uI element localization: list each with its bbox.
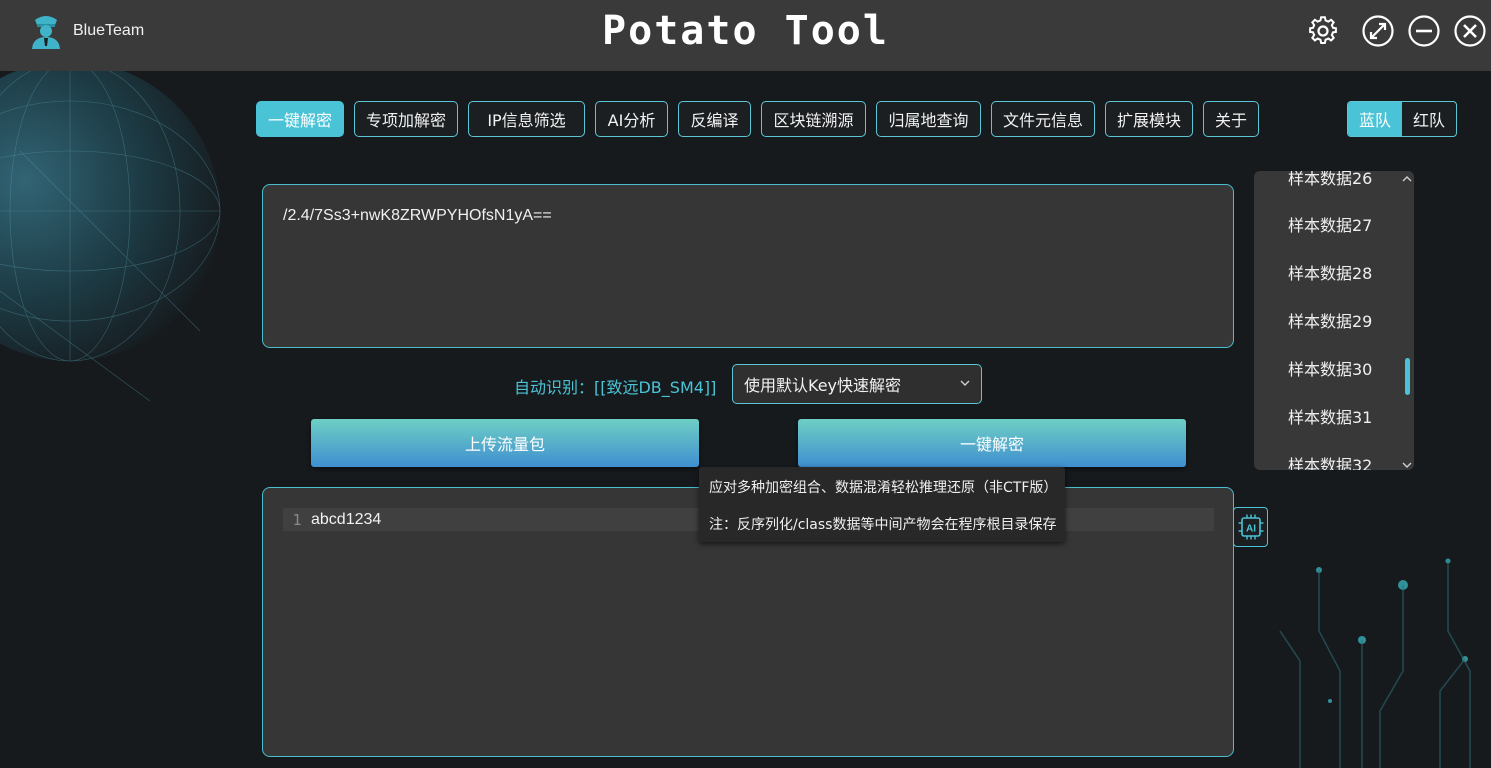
maximize-icon (1362, 15, 1394, 47)
close-icon (1454, 15, 1486, 47)
close-button[interactable] (1454, 15, 1486, 47)
settings-button[interactable] (1307, 15, 1339, 47)
tab-about[interactable]: 关于 (1203, 101, 1259, 137)
tab-blockchain-trace[interactable]: 区块链溯源 (761, 101, 866, 137)
sample-item[interactable]: 样本数据28 (1288, 260, 1372, 284)
tooltip-line-2: 注：反序列化/class数据等中间产物会在程序根目录保存 (709, 517, 1057, 533)
red-team-option[interactable]: 红队 (1402, 102, 1456, 136)
tab-extension-modules[interactable]: 扩展模块 (1105, 101, 1193, 137)
blue-team-option[interactable]: 蓝队 (1348, 102, 1402, 136)
tab-decompile[interactable]: 反编译 (678, 101, 751, 137)
tab-location-lookup[interactable]: 归属地查询 (876, 101, 981, 137)
tooltip-line-1: 应对多种加密组合、数据混淆轻松推理还原（非CTF版） (709, 480, 1058, 496)
team-toggle: 蓝队 红队 (1347, 101, 1457, 137)
one-click-decrypt-button[interactable]: 一键解密 (798, 419, 1186, 467)
minimize-icon (1408, 15, 1440, 47)
title-bar: BlueTeam Potato Tool (0, 0, 1491, 71)
sample-item[interactable]: 样本数据29 (1288, 308, 1372, 332)
ai-chip-icon: AI (1238, 514, 1263, 540)
tab-one-click-decrypt[interactable]: 一键解密 (256, 101, 344, 137)
main-nav: 一键解密 专项加解密 IP信息筛选 AI分析 反编译 区块链溯源 归属地查询 文… (256, 101, 1269, 137)
ai-chip-label: AI (1246, 524, 1256, 535)
tab-file-metadata[interactable]: 文件元信息 (991, 101, 1095, 137)
decrypt-tooltip: 应对多种加密组合、数据混淆轻松推理还原（非CTF版） 注：反序列化/class数… (699, 467, 1065, 542)
tab-special-crypto[interactable]: 专项加解密 (354, 101, 458, 137)
decrypt-mode-select[interactable]: 使用默认Key快速解密 (732, 364, 982, 404)
sample-item[interactable]: 样本数据27 (1288, 212, 1372, 236)
scroll-up-icon[interactable] (1402, 175, 1412, 183)
ai-analyze-button[interactable]: AI (1233, 507, 1268, 547)
gear-icon (1309, 16, 1337, 44)
sample-item[interactable]: 样本数据32 (1288, 452, 1372, 470)
sample-item[interactable]: 样本数据30 (1288, 356, 1372, 380)
sample-item[interactable]: 样本数据31 (1288, 404, 1372, 428)
tab-ai-analysis[interactable]: AI分析 (595, 101, 668, 137)
sample-list: 样本数据26 样本数据27 样本数据28 样本数据29 样本数据30 样本数据3… (1254, 171, 1414, 470)
upload-pcap-button[interactable]: 上传流量包 (311, 419, 699, 467)
app-title: Potato Tool (602, 8, 889, 54)
maximize-button[interactable] (1362, 15, 1394, 47)
decrypt-mode-value: 使用默认Key快速解密 (744, 376, 902, 395)
scroll-down-icon[interactable] (1402, 461, 1412, 469)
cipher-input[interactable]: /2.4/7Ss3+nwK8ZRWPYHOfsN1yA== (262, 184, 1234, 348)
chevron-down-icon (960, 380, 970, 386)
sample-item[interactable]: 样本数据26 (1288, 171, 1372, 189)
auto-detect-label: 自动识别：[[致远DB_SM4]] (514, 378, 717, 397)
result-text[interactable]: abcd1234 (311, 511, 381, 529)
minimize-button[interactable] (1408, 15, 1440, 47)
tab-ip-filter[interactable]: IP信息筛选 (468, 101, 585, 137)
scrollbar-thumb[interactable] (1405, 358, 1410, 395)
line-number: 1 (292, 510, 302, 529)
